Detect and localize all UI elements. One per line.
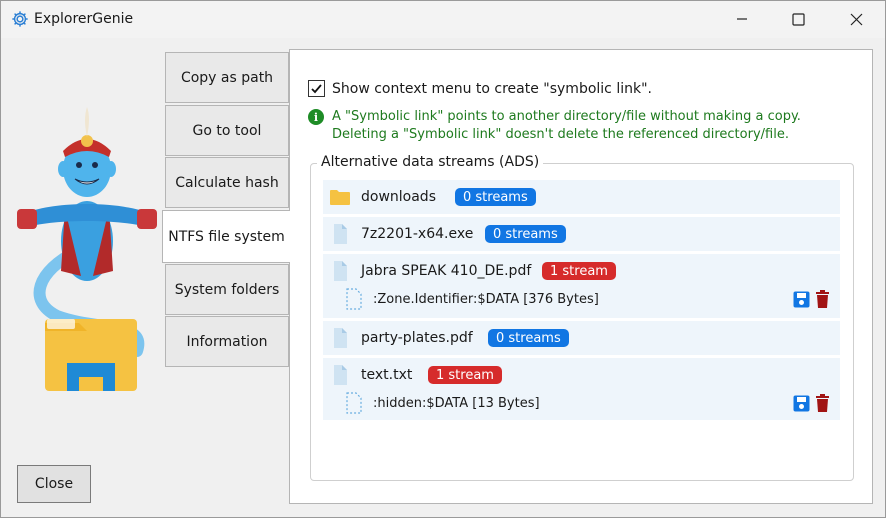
item-name: downloads [361,189,436,205]
maximize-icon [791,12,805,26]
gear-icon [12,11,28,27]
item-name: Jabra SPEAK 410_DE.pdf [361,263,532,279]
list-item[interactable]: Jabra SPEAK 410_DE.pdf 1 stream :Zone.Id… [323,254,840,318]
tab-ntfs-file-system[interactable]: NTFS file system [162,210,290,263]
tab-system-folders[interactable]: System folders [165,264,289,315]
tab-label: Information [186,333,268,350]
genie-illustration [17,107,157,391]
stream-file-icon [346,288,362,310]
symbolic-link-option[interactable]: Show context menu to create "symbolic li… [308,80,652,97]
file-icon [334,365,347,385]
checkbox-label: Show context menu to create "symbolic li… [332,80,652,97]
stream-row: :Zone.Identifier:$DATA [376 Bytes] [323,284,840,314]
symbolic-link-checkbox[interactable] [308,80,325,97]
item-name: party-plates.pdf [361,330,473,346]
tab-information[interactable]: Information [165,316,289,367]
close-button-label: Close [34,476,74,492]
save-icon[interactable] [793,395,810,412]
list-item[interactable]: 7z2201-x64.exe 0 streams [323,217,840,251]
tab-label: Calculate hash [175,174,279,191]
tab-copy-as-path[interactable]: Copy as path [165,52,289,103]
ntfs-panel: Show context menu to create "symbolic li… [289,49,873,504]
item-name: 7z2201-x64.exe [361,226,474,242]
stream-name: :Zone.Identifier:$DATA [376 Bytes] [373,291,599,307]
tab-label: System folders [174,281,280,298]
list-item[interactable]: party-plates.pdf 0 streams [323,321,840,355]
ads-title: Alternative data streams (ADS) [317,154,544,170]
info-text: A "Symbolic link" points to another dire… [332,109,801,142]
title-bar: ExplorerGenie [1,1,885,38]
stream-count-badge: 0 streams [485,225,566,243]
close-button[interactable]: Close [17,465,91,503]
info-message: i A "Symbolic link" points to another di… [308,108,858,144]
stream-count-badge: 0 streams [455,188,536,206]
folder-icon [330,190,350,205]
info-icon: i [308,109,324,125]
stream-count-badge: 1 stream [542,262,616,280]
tab-label: Copy as path [180,69,274,86]
trash-icon[interactable] [815,290,830,308]
window-title: ExplorerGenie [34,11,134,27]
file-icon [334,328,347,348]
trash-icon[interactable] [815,394,830,412]
list-item[interactable]: downloads 0 streams [323,180,840,214]
ads-group: Alternative data streams (ADS) downloads… [310,154,854,481]
app-window: ExplorerGenie Copy as path Go to tool Ca… [0,0,886,518]
tab-go-to-tool[interactable]: Go to tool [165,105,289,156]
item-name: text.txt [361,367,413,383]
maximize-button[interactable] [769,1,827,37]
save-icon[interactable] [793,291,810,308]
minimize-button[interactable] [713,1,771,37]
stream-name: :hidden:$DATA [13 Bytes] [373,395,540,411]
tab-label: Go to tool [192,122,262,139]
list-item[interactable]: text.txt 1 stream :hidden:$DATA [13 Byte… [323,358,840,420]
checkmark-icon [311,84,322,94]
stream-count-badge: 1 stream [428,366,502,384]
close-icon [850,13,862,25]
stream-row: :hidden:$DATA [13 Bytes] [323,388,840,418]
tab-label: NTFS file system [168,228,285,245]
file-icon [334,261,347,281]
minimize-icon [737,18,747,20]
close-window-button[interactable] [827,1,885,37]
stream-file-icon [346,392,362,414]
file-icon [334,224,347,244]
tab-calculate-hash[interactable]: Calculate hash [165,157,289,208]
stream-count-badge: 0 streams [488,329,569,347]
